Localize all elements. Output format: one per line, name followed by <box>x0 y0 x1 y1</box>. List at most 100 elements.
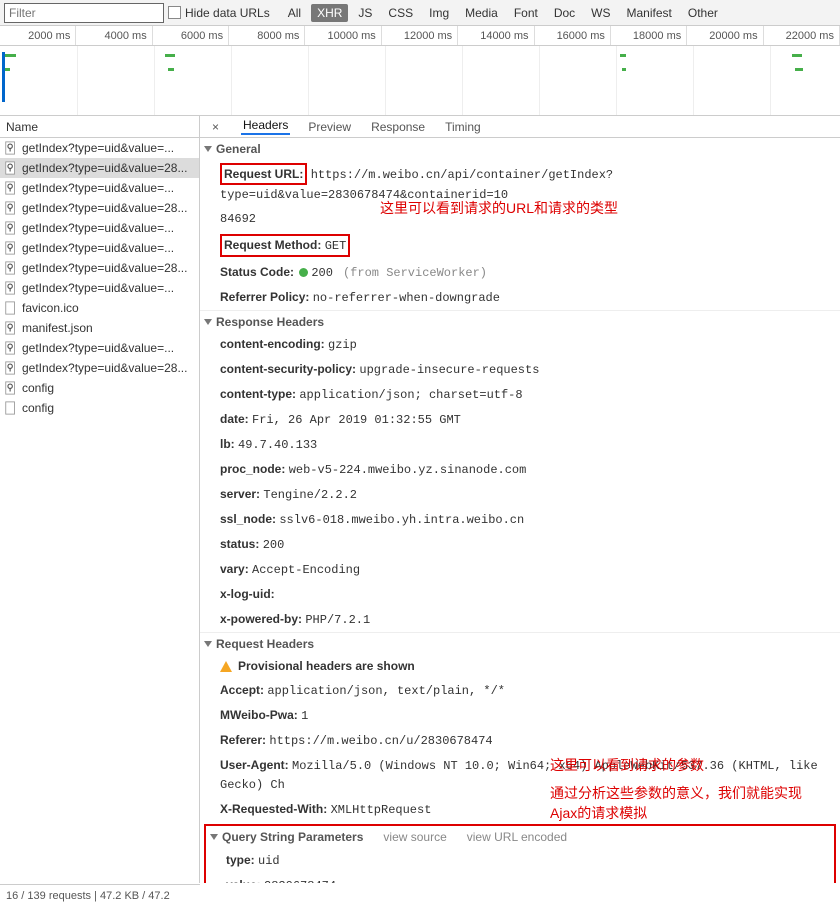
request-row[interactable]: getIndex?type=uid&value=... <box>0 138 199 158</box>
request-row[interactable]: getIndex?type=uid&value=... <box>0 178 199 198</box>
request-list: getIndex?type=uid&value=...getIndex?type… <box>0 138 199 883</box>
response-header-row: vary: Accept-Encoding <box>200 557 840 582</box>
request-url-key: Request URL: <box>224 167 303 181</box>
tab-headers[interactable]: Headers <box>241 118 290 135</box>
referrer-policy-key: Referrer Policy: <box>220 290 309 304</box>
details-tab-bar: × Headers Preview Response Timing <box>200 116 840 138</box>
annotation-1: 这里可以看到请求的URL和请求的类型 <box>380 198 618 218</box>
provisional-warning: Provisional headers are shown <box>200 654 840 678</box>
referrer-policy-value: no-referrer-when-downgrade <box>313 291 500 305</box>
details-pane: × Headers Preview Response Timing Genera… <box>200 116 840 883</box>
response-header-row: x-powered-by: PHP/7.2.1 <box>200 607 840 632</box>
filter-tab-xhr[interactable]: XHR <box>311 4 348 22</box>
timeline-tick: 6000 ms <box>153 26 229 45</box>
triangle-down-icon <box>204 319 212 325</box>
timeline-ruler: 2000 ms4000 ms6000 ms8000 ms10000 ms1200… <box>0 26 840 46</box>
response-header-row: lb: 49.7.40.133 <box>200 432 840 457</box>
status-dot-icon <box>299 268 308 277</box>
timeline-tick: 22000 ms <box>764 26 840 45</box>
request-method-row: Request Method: GET <box>200 231 840 260</box>
tab-preview[interactable]: Preview <box>306 120 353 134</box>
warning-icon <box>220 661 232 672</box>
response-header-row: server: Tengine/2.2.2 <box>200 482 840 507</box>
section-response-headers[interactable]: Response Headers <box>200 310 840 332</box>
filter-tab-other[interactable]: Other <box>682 4 724 22</box>
name-column-header[interactable]: Name <box>0 116 199 138</box>
request-row[interactable]: getIndex?type=uid&value=... <box>0 218 199 238</box>
section-general[interactable]: General <box>200 138 840 160</box>
query-param-row: type: uid <box>206 848 834 873</box>
request-header-row: MWeibo-Pwa: 1 <box>200 703 840 728</box>
timeline-tick: 4000 ms <box>76 26 152 45</box>
triangle-down-icon <box>204 641 212 647</box>
request-row[interactable]: getIndex?type=uid&value=... <box>0 338 199 358</box>
timeline-overview[interactable] <box>0 46 840 116</box>
status-bar: 16 / 139 requests | 47.2 KB / 47.2 <box>0 884 200 906</box>
request-row[interactable]: getIndex?type=uid&value=28... <box>0 358 199 378</box>
filter-tab-font[interactable]: Font <box>508 4 544 22</box>
response-header-row: x-log-uid: <box>200 582 840 607</box>
section-general-label: General <box>216 142 261 156</box>
query-string-box: Query String Parameters view source view… <box>204 824 836 883</box>
request-method-value: GET <box>325 239 347 253</box>
referrer-policy-row: Referrer Policy: no-referrer-when-downgr… <box>200 285 840 310</box>
timeline-tick: 8000 ms <box>229 26 305 45</box>
filter-tab-css[interactable]: CSS <box>382 4 419 22</box>
request-row[interactable]: getIndex?type=uid&value=28... <box>0 158 199 178</box>
timeline-tick: 10000 ms <box>305 26 381 45</box>
filter-bar: Hide data URLs All XHR JS CSS Img Media … <box>0 0 840 26</box>
timeline-tick: 18000 ms <box>611 26 687 45</box>
hide-data-urls-checkbox[interactable] <box>168 6 181 19</box>
status-code-value: 200 <box>311 266 333 280</box>
filter-tab-media[interactable]: Media <box>459 4 504 22</box>
filter-tab-js[interactable]: JS <box>352 4 378 22</box>
response-header-row: content-encoding: gzip <box>200 332 840 357</box>
timeline-tick: 2000 ms <box>0 26 76 45</box>
request-row[interactable]: getIndex?type=uid&value=... <box>0 278 199 298</box>
filter-tab-ws[interactable]: WS <box>585 4 616 22</box>
response-header-row: date: Fri, 26 Apr 2019 01:32:55 GMT <box>200 407 840 432</box>
response-header-row: ssl_node: sslv6-018.mweibo.yh.intra.weib… <box>200 507 840 532</box>
filter-input[interactable] <box>4 3 164 23</box>
response-header-row: status: 200 <box>200 532 840 557</box>
provisional-text: Provisional headers are shown <box>238 659 415 673</box>
request-row[interactable]: favicon.ico <box>0 298 199 318</box>
section-request-headers-label: Request Headers <box>216 637 314 651</box>
query-param-row: value: 2830678474 <box>206 873 834 883</box>
request-row[interactable]: config <box>0 398 199 418</box>
annotation-2a: 这里可以看到请求的参数 <box>550 755 810 775</box>
response-header-row: proc_node: web-v5-224.mweibo.yz.sinanode… <box>200 457 840 482</box>
filter-tab-doc[interactable]: Doc <box>548 4 581 22</box>
filter-tab-manifest[interactable]: Manifest <box>621 4 678 22</box>
filter-tab-all[interactable]: All <box>282 4 307 22</box>
status-code-extra: (from ServiceWorker) <box>343 266 487 280</box>
tab-response[interactable]: Response <box>369 120 427 134</box>
filter-tab-img[interactable]: Img <box>423 4 455 22</box>
section-qsp[interactable]: Query String Parameters view source view… <box>206 826 834 848</box>
request-row[interactable]: getIndex?type=uid&value=28... <box>0 198 199 218</box>
request-list-pane: Name getIndex?type=uid&value=...getIndex… <box>0 116 200 883</box>
view-url-encoded-link[interactable]: view URL encoded <box>467 830 567 844</box>
response-header-row: content-security-policy: upgrade-insecur… <box>200 357 840 382</box>
timeline-tick: 12000 ms <box>382 26 458 45</box>
request-row[interactable]: getIndex?type=uid&value=28... <box>0 258 199 278</box>
request-row[interactable]: manifest.json <box>0 318 199 338</box>
section-response-headers-label: Response Headers <box>216 315 324 329</box>
annotation-2b: 通过分析这些参数的意义，我们就能实现Ajax的请求模拟 <box>550 783 810 823</box>
tab-timing[interactable]: Timing <box>443 120 483 134</box>
request-header-row: Referer: https://m.weibo.cn/u/2830678474 <box>200 728 840 753</box>
timeline-tick: 14000 ms <box>458 26 534 45</box>
request-method-key: Request Method: <box>224 238 321 252</box>
request-row[interactable]: getIndex?type=uid&value=... <box>0 238 199 258</box>
status-code-row: Status Code: 200 (from ServiceWorker) <box>200 260 840 285</box>
status-code-key: Status Code: <box>220 265 294 279</box>
timeline-tick: 16000 ms <box>535 26 611 45</box>
triangle-down-icon <box>210 834 218 840</box>
timeline-tick: 20000 ms <box>687 26 763 45</box>
view-source-link[interactable]: view source <box>383 830 446 844</box>
main-split: Name getIndex?type=uid&value=...getIndex… <box>0 116 840 883</box>
close-icon[interactable]: × <box>206 120 225 134</box>
request-row[interactable]: config <box>0 378 199 398</box>
section-request-headers[interactable]: Request Headers <box>200 632 840 654</box>
headers-panel: General Request URL: https://m.weibo.cn/… <box>200 138 840 883</box>
